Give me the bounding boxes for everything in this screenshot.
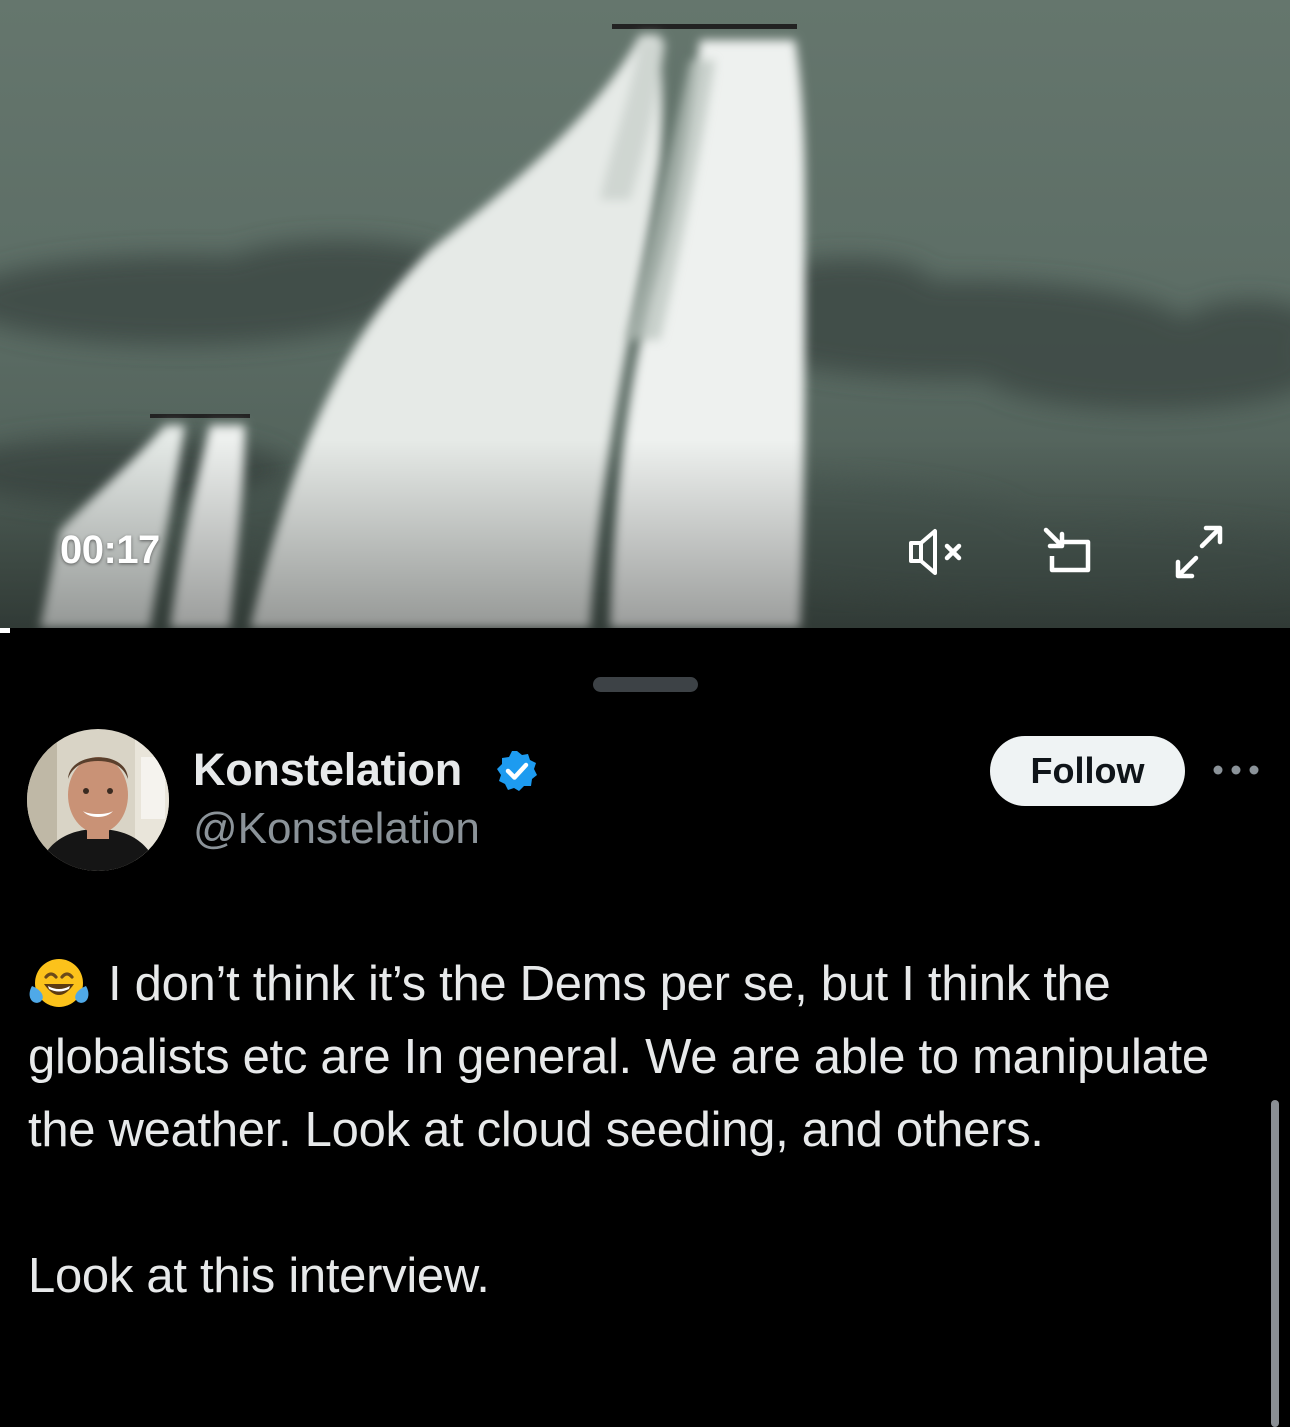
avatar[interactable] bbox=[27, 729, 169, 871]
fullscreen-button[interactable] bbox=[1168, 524, 1230, 580]
video-progress-bar[interactable] bbox=[0, 628, 1290, 634]
author-display-name[interactable]: Konstelation bbox=[193, 744, 462, 796]
tweet-paragraph-1-text: I don’t think it’s the Dems per se, but … bbox=[28, 957, 1209, 1157]
picture-in-picture-button[interactable] bbox=[1040, 524, 1102, 580]
speaker-muted-icon bbox=[909, 529, 962, 575]
video-player[interactable]: 00:17 bbox=[0, 0, 1290, 628]
tweet-text: I don’t think it’s the Dems per se, but … bbox=[28, 948, 1268, 1313]
follow-button[interactable]: Follow bbox=[990, 736, 1185, 806]
picture-in-picture-icon bbox=[1043, 527, 1091, 573]
video-progress-fill bbox=[0, 628, 11, 633]
back-chevron-icon[interactable] bbox=[62, 0, 122, 20]
verified-badge-icon bbox=[495, 749, 539, 793]
mute-button[interactable] bbox=[905, 524, 967, 580]
author-handle[interactable]: @Konstelation bbox=[193, 804, 480, 854]
video-timestamp: 00:17 bbox=[60, 528, 160, 572]
scrollbar[interactable] bbox=[1271, 1100, 1279, 1427]
tweet-paragraph-1: I don’t think it’s the Dems per se, but … bbox=[28, 948, 1268, 1167]
sheet-drag-handle[interactable] bbox=[593, 677, 698, 692]
tears-of-joy-emoji-icon bbox=[28, 956, 90, 1008]
tweet-paragraph-2: Look at this interview. bbox=[28, 1249, 490, 1303]
expand-icon bbox=[1175, 525, 1223, 579]
more-dots-icon bbox=[1213, 765, 1259, 775]
more-options-button[interactable] bbox=[1208, 750, 1264, 790]
